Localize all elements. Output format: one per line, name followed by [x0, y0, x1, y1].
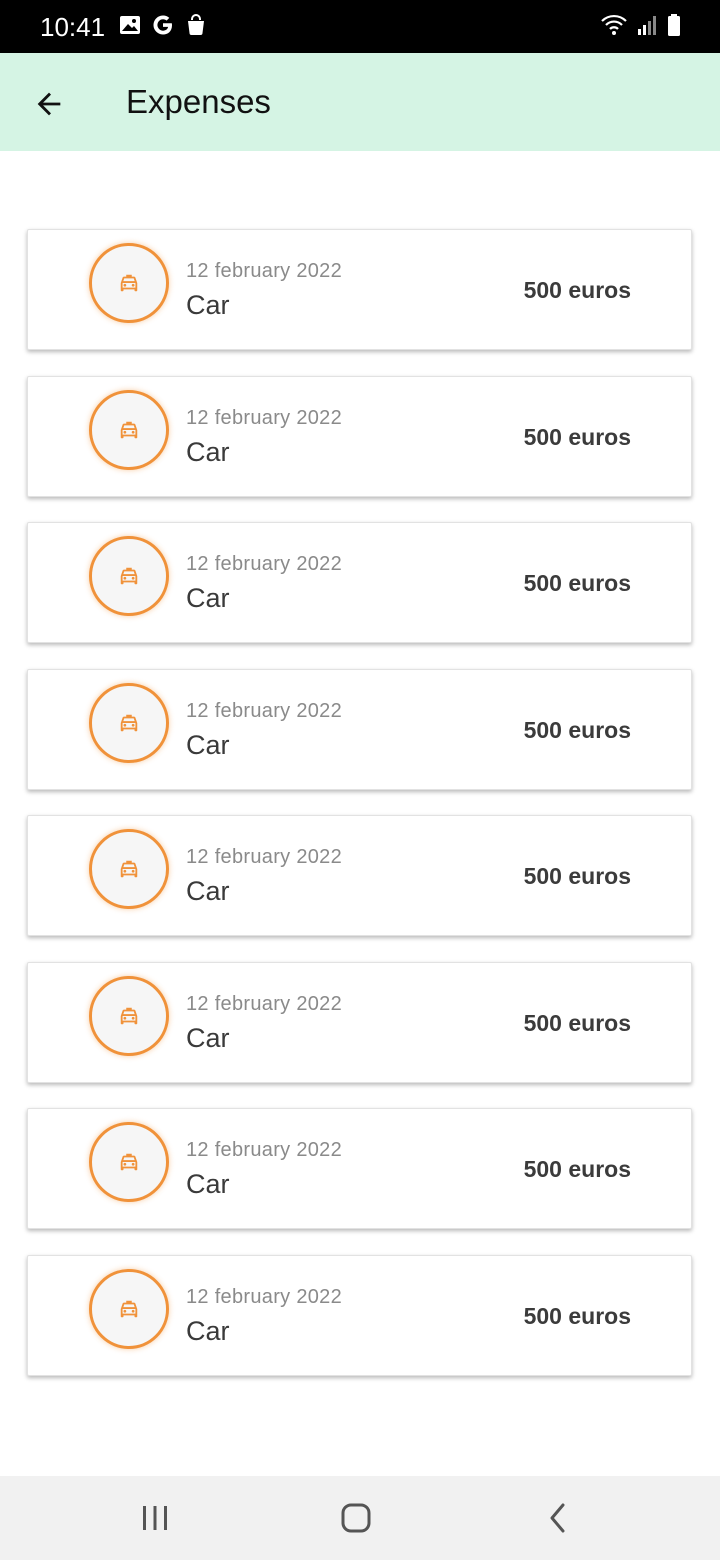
expense-category: Car: [186, 583, 230, 613]
expense-category: Car: [186, 1315, 230, 1346]
category-icon-circle: [89, 682, 169, 763]
category-icon-circle: [89, 1122, 169, 1202]
expense-amount: 500 euros: [523, 716, 631, 743]
expense-card[interactable]: 12 february 2022 Car 500 euros: [27, 1254, 692, 1376]
expense-card[interactable]: 12 february 2022 Car 500 euros: [27, 815, 692, 936]
status-notification-icons: [118, 13, 208, 42]
back-icon: [550, 1503, 565, 1533]
expense-amount: 500 euros: [523, 1156, 631, 1182]
expense-card[interactable]: 12 february 2022 Car 500 euros: [27, 522, 692, 643]
back-button[interactable]: [22, 77, 76, 131]
expense-date: 12 february 2022: [186, 553, 343, 575]
taxi-icon: [120, 421, 138, 438]
expense-card[interactable]: 12 february 2022 Car 500 euros: [27, 229, 692, 350]
battery-icon: [666, 13, 682, 42]
home-button[interactable]: [331, 1496, 381, 1540]
expense-category: Car: [186, 729, 230, 760]
category-icon-circle: [89, 536, 169, 616]
expense-amount: 500 euros: [523, 1009, 631, 1036]
expense-amount: 500 euros: [523, 863, 631, 889]
expense-card[interactable]: 12 february 2022 Car 500 euros: [27, 961, 692, 1083]
app-bar: Expenses: [0, 53, 720, 151]
expense-date: 12 february 2022: [186, 1285, 343, 1308]
status-bar: 10:41: [0, 0, 720, 53]
status-time: 10:41: [40, 12, 106, 42]
taxi-icon: [120, 714, 138, 731]
google-icon: [151, 13, 175, 42]
category-icon-circle: [89, 975, 169, 1056]
taxi-icon: [120, 1007, 138, 1024]
expense-date: 12 february 2022: [186, 1139, 343, 1161]
expense-category: Car: [186, 1022, 230, 1053]
recent-apps-button[interactable]: [130, 1496, 180, 1540]
expense-category: Car: [186, 876, 230, 906]
expense-date: 12 february 2022: [186, 260, 343, 282]
image-icon: [118, 13, 142, 42]
expense-date: 12 february 2022: [186, 699, 343, 722]
expense-date: 12 february 2022: [186, 992, 343, 1015]
status-system-icons: [600, 13, 682, 42]
expense-date: 12 february 2022: [186, 846, 343, 868]
taxi-icon: [120, 567, 138, 585]
category-icon-circle: [89, 1268, 169, 1349]
recent-apps-icon: [143, 1506, 167, 1530]
taxi-icon: [120, 1300, 138, 1317]
expense-amount: 500 euros: [523, 277, 631, 303]
shopping-bag-icon: [184, 13, 208, 42]
expense-category: Car: [186, 290, 230, 320]
expense-list: 12 february 2022 Car 500 euros 12 februa…: [27, 229, 692, 1401]
expense-category: Car: [186, 436, 230, 467]
expense-card[interactable]: 12 february 2022 Car 500 euros: [27, 375, 692, 497]
expense-amount: 500 euros: [523, 423, 631, 450]
taxi-icon: [120, 1153, 138, 1171]
expense-amount: 500 euros: [523, 1302, 631, 1329]
category-icon-circle: [89, 829, 169, 909]
signal-icon: [636, 13, 658, 42]
expense-card[interactable]: 12 february 2022 Car 500 euros: [27, 1108, 692, 1229]
home-icon: [341, 1503, 371, 1533]
expense-amount: 500 euros: [523, 570, 631, 596]
system-nav-bar: [0, 1476, 720, 1560]
taxi-icon: [120, 860, 138, 878]
wifi-icon: [600, 13, 628, 42]
expense-category: Car: [186, 1169, 230, 1199]
category-icon-circle: [89, 389, 169, 470]
category-icon-circle: [89, 243, 169, 323]
expense-date: 12 february 2022: [186, 406, 343, 429]
arrow-left-icon: [37, 92, 61, 116]
page-title: Expenses: [126, 83, 271, 120]
expense-card[interactable]: 12 february 2022 Car 500 euros: [27, 668, 692, 790]
nav-back-button[interactable]: [533, 1496, 583, 1540]
taxi-icon: [120, 274, 138, 292]
